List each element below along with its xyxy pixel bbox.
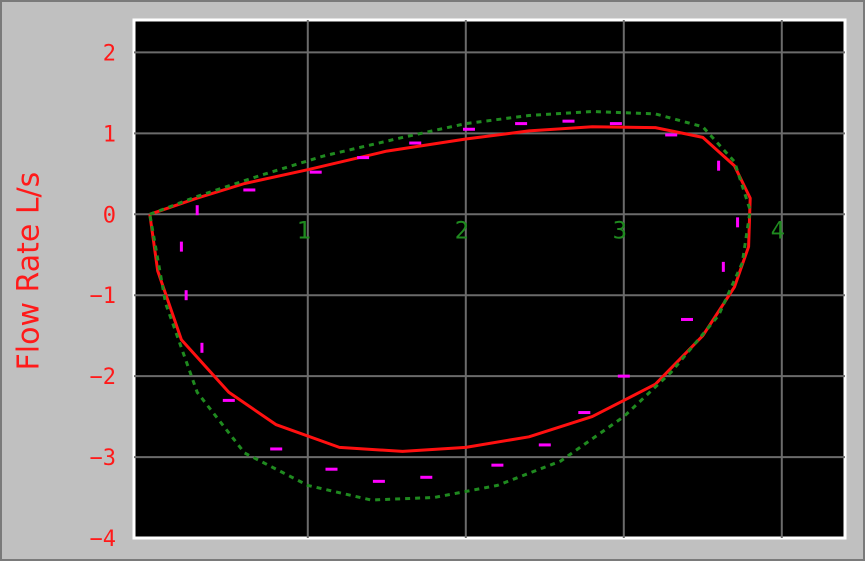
- y-tick-label: −1: [90, 284, 117, 309]
- x-tick-label: 2: [455, 216, 469, 244]
- y-tick-label: −2: [90, 365, 117, 390]
- y-tick-label: −3: [90, 446, 117, 471]
- y-tick-label: 0: [103, 203, 116, 228]
- y-tick-labels: 2 1 0 −1 −2 −3 −4: [90, 41, 117, 552]
- y-tick-label: 1: [103, 122, 116, 147]
- chart-svg: 2 1 0 −1 −2 −3 −4 1 2 3 4: [90, 18, 847, 552]
- x-tick-label: 4: [771, 216, 785, 244]
- y-tick-label: 2: [103, 41, 116, 66]
- x-tick-label: 3: [613, 216, 627, 244]
- y-axis-label: Flow Rate L/s: [11, 171, 47, 371]
- x-tick-label: 1: [297, 216, 311, 244]
- y-tick-label: −4: [90, 527, 117, 552]
